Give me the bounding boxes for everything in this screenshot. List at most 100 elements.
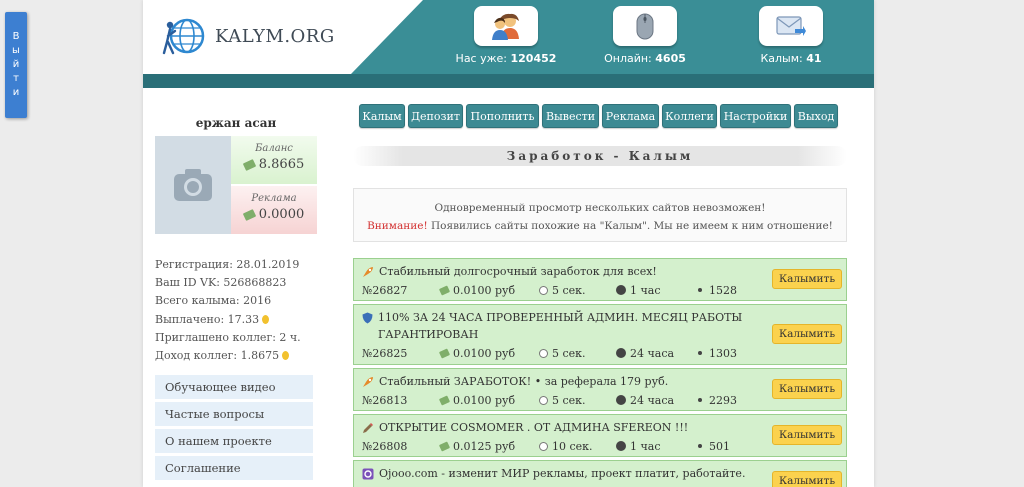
side-links: Обучающее видео Частые вопросы О нашем п… (153, 375, 319, 481)
ads-label: Реклама (251, 193, 297, 204)
money-icon (438, 394, 451, 406)
stat-users-caption: Нас уже: 120452 (441, 52, 571, 65)
stat-paid: Выплачено: 17.33 (155, 312, 260, 326)
stat-kalym-tile (759, 6, 823, 46)
task-title[interactable]: Ojooo.com - изменит МИР рекламы, проект … (379, 465, 745, 482)
kalymit-button[interactable]: Калымить (772, 269, 842, 289)
task-seconds-cell: 5 сек. (539, 394, 616, 407)
kalymit-button[interactable]: Калымить (772, 324, 842, 344)
task-card: Ojooo.com - изменит МИР рекламы, проект … (353, 460, 847, 487)
nav-settings[interactable]: Настройки (720, 104, 791, 128)
task-seconds: 5 сек. (552, 346, 586, 360)
exit-tab-letter: и (12, 87, 20, 98)
task-card: Стабильный долгосрочный заработок для вс… (353, 258, 847, 301)
stat-users-label: Нас уже: (455, 52, 507, 65)
stat-online-tile (613, 6, 677, 46)
link-about[interactable]: О нашем проекте (155, 429, 313, 454)
pencil-icon (363, 423, 373, 433)
users-icon (492, 13, 519, 40)
mouse-icon (636, 13, 654, 40)
stat-kalym-value: 41 (806, 52, 822, 65)
exit-tab-letter: й (12, 59, 20, 70)
balance-value-row: 8.8665 (231, 157, 317, 172)
exit-tab-letter: В (12, 31, 20, 42)
stat-kalym-caption: Калым: 41 (726, 52, 856, 65)
left-sidebar: ержан асан Баланс 8.8665 Реклама 0.0000 … (153, 106, 319, 483)
task-card: 110% ЗА 24 ЧАСА ПРОВЕРЕННЫЙ АДМИН. МЕСЯЦ… (353, 304, 847, 365)
nav-colleagues[interactable]: Коллеги (662, 104, 717, 128)
profile-block: Баланс 8.8665 Реклама 0.0000 (153, 136, 319, 234)
task-price: 0.0125 руб (453, 439, 516, 453)
coin-icon (282, 351, 290, 361)
task-seconds: 10 сек. (552, 439, 593, 453)
avatar[interactable] (155, 136, 231, 234)
nav-topup[interactable]: Пополнить (466, 104, 539, 128)
page-sheet: KALYM.ORG Нас уже: 120452 Онлайн: 4605 К… (143, 0, 874, 487)
clock-icon (539, 285, 548, 295)
notice-line-1: Одновременный просмотр нескольких сайтов… (434, 202, 766, 214)
stat-income: Доход коллег: 1.8675 (155, 349, 280, 363)
task-price-cell: 0.0100 руб (438, 283, 539, 297)
task-number: №26808 (362, 439, 408, 453)
task-seconds-cell: 10 сек. (539, 440, 616, 453)
exit-tab-letter: т (13, 73, 19, 84)
mail-icon (776, 16, 806, 36)
task-seconds-cell: 5 сек. (539, 284, 616, 297)
kalymit-button[interactable]: Калымить (772, 379, 842, 399)
nav-deposit[interactable]: Депозит (408, 104, 463, 128)
exit-tab[interactable]: В ы й т и (5, 12, 27, 118)
task-price-cell: 0.0125 руб (438, 439, 539, 453)
task-price-cell: 0.0100 руб (438, 394, 539, 407)
stat-users-value: 120452 (510, 52, 557, 65)
task-card: ОТКРЫТИЕ COSMOMER . ОТ АДМИНА SFEREON !!… (353, 414, 847, 457)
task-title[interactable]: 110% ЗА 24 ЧАСА ПРОВЕРЕННЫЙ АДМИН. МЕСЯЦ… (378, 309, 764, 343)
notice-line-2-row: Внимание! Появились сайты похожие на "Ка… (354, 217, 846, 235)
nav-withdraw[interactable]: Вывести (542, 104, 599, 128)
task-views: 2293 (709, 393, 737, 407)
stat-kalym: Калым: 41 (726, 0, 856, 74)
task-period-cell: 24 часа (616, 394, 698, 407)
task-period: 1 час (630, 283, 661, 297)
task-seconds-cell: 5 сек. (539, 347, 616, 360)
link-training-video[interactable]: Обучающее видео (155, 375, 313, 400)
views-icon (698, 351, 702, 355)
kalymit-button[interactable]: Калымить (772, 471, 842, 487)
views-icon (698, 288, 702, 292)
task-period: 24 часа (630, 393, 675, 407)
nav-kalym[interactable]: Калым (359, 104, 405, 128)
ads-value: 0.0000 (258, 207, 305, 222)
link-faq[interactable]: Частые вопросы (155, 402, 313, 427)
task-card: Стабильный ЗАРАБОТОК! • за реферала 179 … (353, 368, 847, 411)
task-views: 1303 (709, 346, 737, 360)
task-title[interactable]: Стабильный ЗАРАБОТОК! • за реферала 179 … (379, 373, 668, 390)
views-icon (698, 398, 702, 402)
task-title[interactable]: Стабильный долгосрочный заработок для вс… (379, 263, 657, 280)
shield-icon (362, 312, 373, 324)
link-agreement[interactable]: Соглашение (155, 456, 313, 481)
notice-box: Одновременный просмотр нескольких сайтов… (353, 188, 847, 242)
section-title: Заработок - Калым (353, 146, 847, 166)
views-icon (698, 444, 702, 448)
period-icon (616, 285, 626, 295)
task-title[interactable]: ОТКРЫТИЕ COSMOMER . ОТ АДМИНА SFEREON !!… (379, 419, 688, 436)
clock-icon (539, 395, 548, 405)
task-views-cell: 2293 (698, 394, 737, 407)
stat-income-row: Доход коллег: 1.8675 (155, 347, 319, 365)
task-period-cell: 24 часа (616, 347, 698, 360)
balance-label: Баланс (255, 143, 293, 154)
stat-online: Онлайн: 4605 (580, 0, 710, 74)
period-icon (616, 348, 626, 358)
task-price-cell: 0.0100 руб (438, 347, 539, 360)
nav-logout[interactable]: Выход (794, 104, 838, 128)
kalymit-button[interactable]: Калымить (772, 425, 842, 445)
task-meta: №26825 0.0100 руб 5 сек. 24 часа 1303 (354, 343, 846, 363)
logo-text: KALYM.ORG (215, 25, 335, 47)
task-price: 0.0100 руб (453, 283, 516, 297)
period-icon (616, 395, 626, 405)
task-views-cell: 1303 (698, 347, 737, 360)
task-seconds: 5 сек. (552, 283, 586, 297)
task-views: 1528 (709, 283, 737, 297)
ads-value-row: 0.0000 (231, 207, 317, 222)
nav-ads[interactable]: Реклама (602, 104, 659, 128)
site-logo[interactable]: KALYM.ORG (161, 14, 335, 58)
